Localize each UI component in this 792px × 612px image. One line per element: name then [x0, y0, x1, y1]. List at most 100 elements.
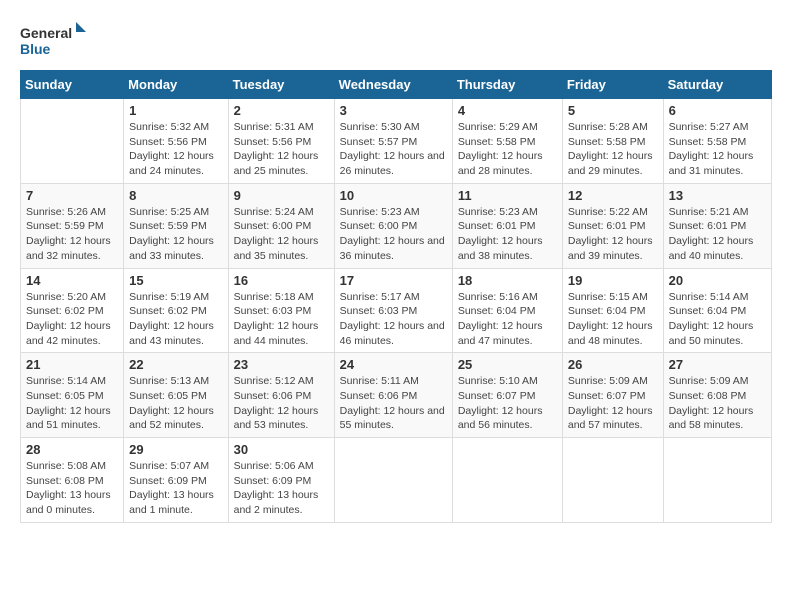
- calendar-cell: 29 Sunrise: 5:07 AMSunset: 6:09 PMDayligh…: [124, 438, 228, 523]
- day-number: 20: [669, 273, 766, 288]
- day-number: 30: [234, 442, 329, 457]
- day-info: Sunrise: 5:13 AMSunset: 6:05 PMDaylight:…: [129, 374, 222, 433]
- day-number: 5: [568, 103, 658, 118]
- calendar-cell: [334, 438, 452, 523]
- calendar-cell: 19 Sunrise: 5:15 AMSunset: 6:04 PMDayligh…: [562, 268, 663, 353]
- calendar-cell: 3Sunrise: 5:30 AMSunset: 5:57 PMDaylight…: [334, 99, 452, 184]
- calendar-cell: [452, 438, 562, 523]
- column-header-monday: Monday: [124, 71, 228, 99]
- column-header-sunday: Sunday: [21, 71, 124, 99]
- calendar-cell: 2 Sunrise: 5:31 AMSunset: 5:56 PMDaylight…: [228, 99, 334, 184]
- day-number: 13: [669, 188, 766, 203]
- day-number: 18: [458, 273, 557, 288]
- day-info: Sunrise: 5:14 AMSunset: 6:05 PMDaylight:…: [26, 374, 118, 433]
- day-info: Sunrise: 5:09 AMSunset: 6:07 PMDaylight:…: [568, 374, 658, 433]
- day-info: Sunrise: 5:23 AMSunset: 6:01 PMDaylight:…: [458, 205, 557, 264]
- day-info: Sunrise: 5:27 AMSunset: 5:58 PMDaylight:…: [669, 120, 766, 179]
- day-number: 26: [568, 357, 658, 372]
- calendar-cell: 27 Sunrise: 5:09 AMSunset: 6:08 PMDayligh…: [663, 353, 771, 438]
- column-header-saturday: Saturday: [663, 71, 771, 99]
- day-info: Sunrise: 5:30 AMSunset: 5:57 PMDaylight:…: [340, 120, 447, 179]
- calendar-cell: 5Sunrise: 5:28 AMSunset: 5:58 PMDaylight…: [562, 99, 663, 184]
- calendar-cell: 9 Sunrise: 5:24 AMSunset: 6:00 PMDaylight…: [228, 183, 334, 268]
- calendar-cell: 17Sunrise: 5:17 AMSunset: 6:03 PMDayligh…: [334, 268, 452, 353]
- day-number: 7: [26, 188, 118, 203]
- day-info: Sunrise: 5:07 AMSunset: 6:09 PMDaylight:…: [129, 459, 222, 518]
- column-header-tuesday: Tuesday: [228, 71, 334, 99]
- day-number: 9: [234, 188, 329, 203]
- day-info: Sunrise: 5:26 AMSunset: 5:59 PMDaylight:…: [26, 205, 118, 264]
- day-number: 12: [568, 188, 658, 203]
- day-number: 16: [234, 273, 329, 288]
- calendar-cell: 12Sunrise: 5:22 AMSunset: 6:01 PMDayligh…: [562, 183, 663, 268]
- calendar-table: SundayMondayTuesdayWednesdayThursdayFrid…: [20, 70, 772, 523]
- day-info: Sunrise: 5:25 AMSunset: 5:59 PMDaylight:…: [129, 205, 222, 264]
- day-number: 1: [129, 103, 222, 118]
- calendar-week-1: 1Sunrise: 5:32 AMSunset: 5:56 PMDaylight…: [21, 99, 772, 184]
- calendar-cell: 25Sunrise: 5:10 AMSunset: 6:07 PMDayligh…: [452, 353, 562, 438]
- logo: GeneralBlue: [20, 20, 90, 60]
- page-header: GeneralBlue: [20, 20, 772, 60]
- calendar-cell: 8 Sunrise: 5:25 AMSunset: 5:59 PMDaylight…: [124, 183, 228, 268]
- calendar-cell: [21, 99, 124, 184]
- calendar-cell: 10 Sunrise: 5:23 AMSunset: 6:00 PMDayligh…: [334, 183, 452, 268]
- day-info: Sunrise: 5:21 AMSunset: 6:01 PMDaylight:…: [669, 205, 766, 264]
- calendar-cell: 18 Sunrise: 5:16 AMSunset: 6:04 PMDayligh…: [452, 268, 562, 353]
- day-info: Sunrise: 5:10 AMSunset: 6:07 PMDaylight:…: [458, 374, 557, 433]
- day-number: 23: [234, 357, 329, 372]
- day-number: 27: [669, 357, 766, 372]
- day-info: Sunrise: 5:29 AMSunset: 5:58 PMDaylight:…: [458, 120, 557, 179]
- day-number: 29: [129, 442, 222, 457]
- calendar-cell: [562, 438, 663, 523]
- svg-text:General: General: [20, 25, 72, 41]
- calendar-cell: 20 Sunrise: 5:14 AMSunset: 6:04 PMDayligh…: [663, 268, 771, 353]
- calendar-week-4: 21 Sunrise: 5:14 AMSunset: 6:05 PMDayligh…: [21, 353, 772, 438]
- day-number: 15: [129, 273, 222, 288]
- day-info: Sunrise: 5:19 AMSunset: 6:02 PMDaylight:…: [129, 290, 222, 349]
- day-info: Sunrise: 5:14 AMSunset: 6:04 PMDaylight:…: [669, 290, 766, 349]
- column-header-wednesday: Wednesday: [334, 71, 452, 99]
- column-headers: SundayMondayTuesdayWednesdayThursdayFrid…: [21, 71, 772, 99]
- day-info: Sunrise: 5:31 AMSunset: 5:56 PMDaylight:…: [234, 120, 329, 179]
- day-info: Sunrise: 5:20 AMSunset: 6:02 PMDaylight:…: [26, 290, 118, 349]
- column-header-thursday: Thursday: [452, 71, 562, 99]
- day-info: Sunrise: 5:15 AMSunset: 6:04 PMDaylight:…: [568, 290, 658, 349]
- day-number: 4: [458, 103, 557, 118]
- calendar-cell: [663, 438, 771, 523]
- day-info: Sunrise: 5:24 AMSunset: 6:00 PMDaylight:…: [234, 205, 329, 264]
- calendar-cell: 16 Sunrise: 5:18 AMSunset: 6:03 PMDayligh…: [228, 268, 334, 353]
- day-info: Sunrise: 5:23 AMSunset: 6:00 PMDaylight:…: [340, 205, 447, 264]
- day-number: 14: [26, 273, 118, 288]
- day-number: 2: [234, 103, 329, 118]
- logo-svg: GeneralBlue: [20, 20, 90, 60]
- day-info: Sunrise: 5:12 AMSunset: 6:06 PMDaylight:…: [234, 374, 329, 433]
- day-number: 8: [129, 188, 222, 203]
- day-number: 21: [26, 357, 118, 372]
- calendar-week-2: 7 Sunrise: 5:26 AMSunset: 5:59 PMDaylight…: [21, 183, 772, 268]
- svg-text:Blue: Blue: [20, 41, 51, 57]
- day-number: 22: [129, 357, 222, 372]
- calendar-cell: 15 Sunrise: 5:19 AMSunset: 6:02 PMDayligh…: [124, 268, 228, 353]
- day-number: 6: [669, 103, 766, 118]
- day-info: Sunrise: 5:11 AMSunset: 6:06 PMDaylight:…: [340, 374, 447, 433]
- calendar-cell: 13 Sunrise: 5:21 AMSunset: 6:01 PMDayligh…: [663, 183, 771, 268]
- day-number: 19: [568, 273, 658, 288]
- day-info: Sunrise: 5:18 AMSunset: 6:03 PMDaylight:…: [234, 290, 329, 349]
- calendar-week-3: 14 Sunrise: 5:20 AMSunset: 6:02 PMDayligh…: [21, 268, 772, 353]
- calendar-cell: 22 Sunrise: 5:13 AMSunset: 6:05 PMDayligh…: [124, 353, 228, 438]
- day-number: 10: [340, 188, 447, 203]
- column-header-friday: Friday: [562, 71, 663, 99]
- calendar-cell: 14 Sunrise: 5:20 AMSunset: 6:02 PMDayligh…: [21, 268, 124, 353]
- day-info: Sunrise: 5:16 AMSunset: 6:04 PMDaylight:…: [458, 290, 557, 349]
- day-info: Sunrise: 5:09 AMSunset: 6:08 PMDaylight:…: [669, 374, 766, 433]
- calendar-cell: 6 Sunrise: 5:27 AMSunset: 5:58 PMDaylight…: [663, 99, 771, 184]
- calendar-cell: 24 Sunrise: 5:11 AMSunset: 6:06 PMDayligh…: [334, 353, 452, 438]
- calendar-cell: 7 Sunrise: 5:26 AMSunset: 5:59 PMDaylight…: [21, 183, 124, 268]
- day-number: 11: [458, 188, 557, 203]
- day-info: Sunrise: 5:08 AMSunset: 6:08 PMDaylight:…: [26, 459, 118, 518]
- day-number: 17: [340, 273, 447, 288]
- calendar-week-5: 28 Sunrise: 5:08 AMSunset: 6:08 PMDayligh…: [21, 438, 772, 523]
- day-number: 24: [340, 357, 447, 372]
- calendar-cell: 21 Sunrise: 5:14 AMSunset: 6:05 PMDayligh…: [21, 353, 124, 438]
- day-number: 28: [26, 442, 118, 457]
